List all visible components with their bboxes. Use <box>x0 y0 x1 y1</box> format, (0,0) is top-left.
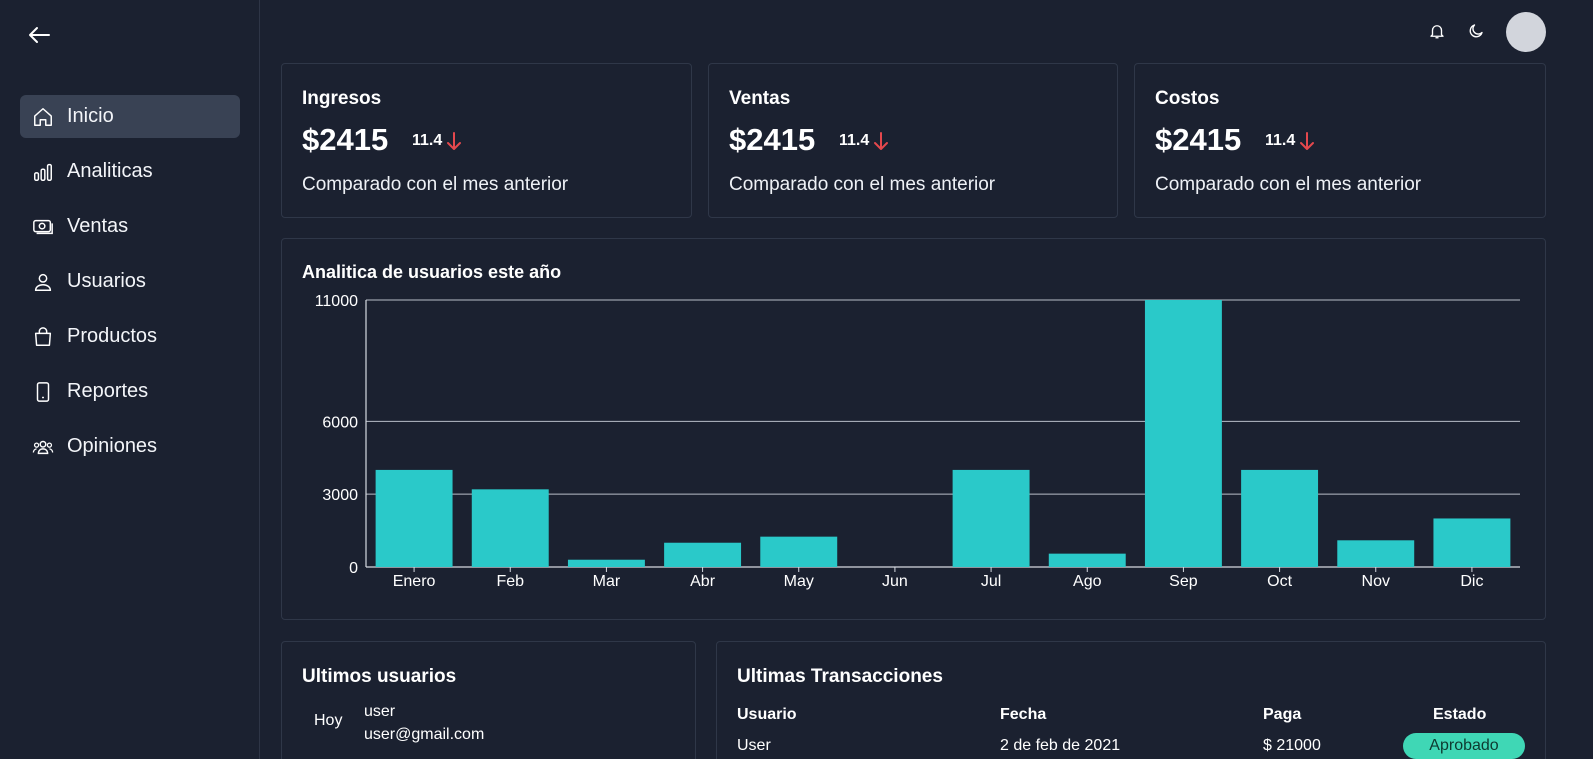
sidebar-item-label: Productos <box>67 325 158 347</box>
y-tick-label: 11000 <box>315 293 358 310</box>
bar-chart-icon <box>32 161 54 183</box>
x-tick-label: Jul <box>981 573 1001 590</box>
tx-date: 2 de feb de 2021 <box>1000 737 1121 754</box>
sidebar-item-label: Usuarios <box>67 270 146 292</box>
arrow-down-icon <box>874 132 889 150</box>
section-title: Ultimas Transacciones <box>737 666 943 687</box>
sidebar-item-analiticas[interactable]: Analiticas <box>20 150 240 193</box>
column-header-status: Estado <box>1433 706 1487 723</box>
bar-dic <box>1433 518 1511 567</box>
users-group-icon <box>32 436 54 458</box>
bar-enero <box>375 469 453 567</box>
bar-ago <box>1048 553 1126 567</box>
stat-note: Comparado con el mes anterior <box>302 174 569 195</box>
arrow-down-icon <box>447 132 462 150</box>
shopping-bag-icon <box>32 326 54 348</box>
sidebar-item-label: Analiticas <box>67 160 153 182</box>
x-tick-label: Feb <box>496 573 524 590</box>
x-tick-label: Ago <box>1073 573 1102 590</box>
bar-jul <box>952 469 1030 567</box>
stat-value: $2415 <box>302 122 389 157</box>
x-tick-label: Mar <box>593 573 621 590</box>
money-icon <box>32 216 54 238</box>
chart-card: Analitica de usuarios este año 0 3000 6000… <box>281 238 1546 620</box>
sidebar-item-label: Ventas <box>67 215 129 237</box>
user-email: user@gmail.com <box>364 726 485 743</box>
phone-icon <box>32 381 54 403</box>
y-tick-label: 0 <box>349 560 358 577</box>
stat-value: $2415 <box>729 122 816 157</box>
sidebar-item-reportes[interactable]: Reportes <box>20 370 240 413</box>
list-item[interactable]: Hoy user user@gmail.com <box>314 700 484 746</box>
stat-change-value: 11.4 <box>839 132 870 149</box>
sidebar-item-productos[interactable]: Productos <box>20 315 240 358</box>
bar-sep <box>1144 300 1222 567</box>
bar-feb <box>471 489 549 567</box>
sidebar-item-label: Opiniones <box>67 435 158 457</box>
stat-title: Ingresos <box>302 88 382 109</box>
stat-note: Comparado con el mes anterior <box>1155 174 1422 195</box>
sidebar-item-inicio[interactable]: Inicio <box>20 95 240 138</box>
column-header-amount: Paga <box>1263 706 1302 723</box>
sidebar-item-label: Reportes <box>67 380 149 402</box>
bar-abr <box>664 542 742 567</box>
sidebar-item-opiniones[interactable]: Opiniones <box>20 425 240 468</box>
x-tick-label: Dic <box>1460 573 1483 590</box>
stat-card-costos: Costos $2415 11.4 Comparado con el mes a… <box>1134 63 1546 218</box>
stat-card-ventas: Ventas $2415 11.4 Comparado con el mes a… <box>708 63 1118 218</box>
x-tick-label: Jun <box>882 573 908 590</box>
bell-icon[interactable] <box>1426 20 1448 42</box>
status-badge: Aprobado <box>1403 733 1525 759</box>
stat-change-value: 11.4 <box>412 132 443 149</box>
sidebar-nav: Inicio Analiticas Ventas Usuarios Produc… <box>20 95 240 480</box>
user-icon <box>32 271 54 293</box>
x-tick-label: May <box>784 573 814 590</box>
moon-icon[interactable] <box>1465 20 1487 42</box>
stat-change: 11.4 <box>839 131 889 151</box>
sidebar: Inicio Analiticas Ventas Usuarios Produc… <box>0 0 260 759</box>
latest-users-card: Ultimos usuarios Hoy user user@gmail.com <box>281 641 696 759</box>
home-icon <box>32 106 54 128</box>
x-tick-label: Oct <box>1267 573 1292 590</box>
arrow-down-icon <box>1300 132 1315 150</box>
stat-value: $2415 <box>1155 122 1242 157</box>
y-tick-label: 6000 <box>322 414 358 431</box>
stat-title: Ventas <box>729 88 791 109</box>
avatar[interactable] <box>1506 12 1546 52</box>
bar-chart: 0 3000 6000 11000 Enero Feb Mar Abr May Jun Jul Ago… <box>315 293 1520 590</box>
sidebar-item-usuarios[interactable]: Usuarios <box>20 260 240 303</box>
x-tick-label: Abr <box>690 573 716 590</box>
latest-transactions-card: Ultimas Transacciones Usuario Fecha Paga… <box>716 641 1546 759</box>
user-date: Hoy <box>314 712 343 729</box>
tx-user: User <box>737 737 771 754</box>
bar-mar <box>567 559 645 567</box>
column-header-date: Fecha <box>1000 706 1047 723</box>
back-arrow-icon[interactable] <box>26 24 52 46</box>
x-tick-label: Enero <box>393 573 436 590</box>
bar-oct <box>1241 469 1319 567</box>
column-header-user: Usuario <box>737 706 797 723</box>
section-title: Ultimos usuarios <box>302 666 457 687</box>
bar-nov <box>1337 540 1415 567</box>
sidebar-item-label: Inicio <box>67 105 114 127</box>
stat-change-value: 11.4 <box>1265 132 1296 149</box>
y-tick-label: 3000 <box>322 487 358 504</box>
sidebar-item-ventas[interactable]: Ventas <box>20 205 240 248</box>
user-info: user user@gmail.com <box>364 700 484 746</box>
stat-title: Costos <box>1155 88 1220 109</box>
x-tick-label: Nov <box>1362 573 1390 590</box>
tx-amount: $ 21000 <box>1263 737 1321 754</box>
stat-note: Comparado con el mes anterior <box>729 174 996 195</box>
user-name: user <box>364 703 396 720</box>
stat-change: 11.4 <box>412 131 462 151</box>
bar-may <box>760 536 838 567</box>
x-tick-label: Sep <box>1169 573 1198 590</box>
stat-card-ingresos: Ingresos $2415 11.4 Comparado con el mes… <box>281 63 692 218</box>
stat-change: 11.4 <box>1265 131 1315 151</box>
